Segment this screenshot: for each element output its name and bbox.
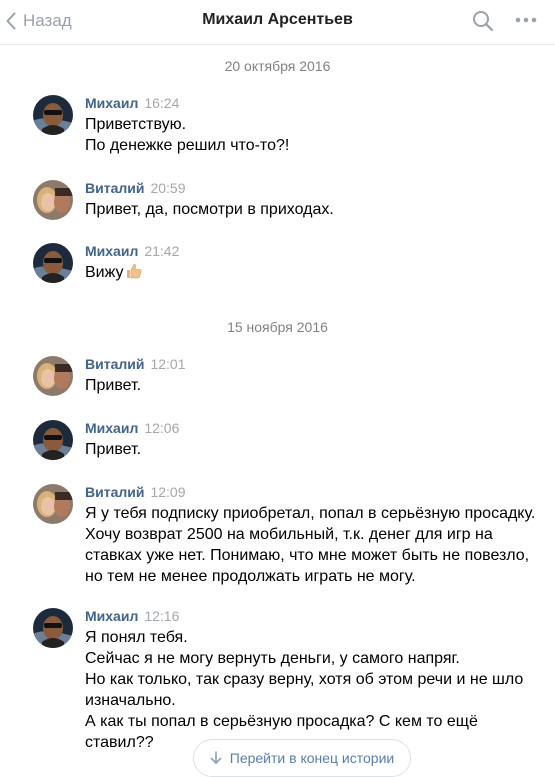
message-line: Хочу возврат 2500 на мобильный, т.к. ден… [85, 526, 493, 543]
jump-to-end-button[interactable]: Перейти в конец истории [193, 739, 411, 777]
author-name[interactable]: Михаил [85, 95, 138, 111]
message-meta: Михаил 21:42 [85, 243, 179, 259]
message-text: Привет. [85, 375, 525, 396]
more-icon[interactable] [515, 17, 537, 23]
message-line: Привет, да, посмотри в приходах. [85, 201, 334, 218]
avatar-mikhail-image [33, 95, 73, 135]
message-line: Я у тебя подписку приобретал, попал в се… [85, 505, 536, 522]
avatar-mikhail[interactable] [33, 608, 73, 648]
message-meta: Михаил 16:24 [85, 95, 179, 111]
avatar-mikhail[interactable] [33, 243, 73, 283]
message-text: Я понял тебя. Сейчас я не могу вернуть д… [85, 627, 525, 753]
avatar-mikhail-image [33, 243, 73, 283]
arrow-down-icon [210, 751, 222, 764]
message-meta: Виталий 20:59 [85, 180, 186, 196]
chat-header: Назад Михаил Арсентьев [0, 0, 555, 45]
message-text: Привет. [85, 439, 525, 460]
message-line: Сейчас я не могу вернуть деньги, у самог… [85, 650, 460, 667]
author-name[interactable]: Виталий [85, 180, 144, 196]
message-text: Вижу [85, 262, 525, 283]
avatar-vitaliy[interactable] [33, 180, 73, 220]
thumbs-up-icon [126, 264, 141, 279]
date-separator: 15 ноября 2016 [227, 319, 328, 335]
message-time: 21:42 [144, 243, 180, 259]
message-line: но тем не менее продолжать играть не мог… [85, 568, 416, 585]
jump-to-end-label: Перейти в конец истории [229, 750, 395, 766]
message-time: 12:01 [150, 356, 186, 372]
author-name[interactable]: Виталий [85, 356, 144, 372]
message-line: А как ты попал в серьёзную просадка? С к… [85, 713, 478, 730]
message-text: Привет, да, посмотри в приходах. [85, 199, 525, 220]
avatar-mikhail-image [33, 608, 73, 648]
avatar-vitaliy[interactable] [33, 484, 73, 524]
message-line: Я понял тебя. [85, 629, 188, 646]
avatar-mikhail-image [33, 420, 73, 460]
date-separator: 20 октября 2016 [224, 58, 331, 74]
avatar-vitaliy-image [33, 180, 73, 220]
message-meta: Михаил 12:16 [85, 608, 179, 624]
message-time: 16:24 [144, 95, 180, 111]
author-name[interactable]: Михаил [85, 608, 138, 624]
message-time: 20:59 [150, 180, 186, 196]
message-line: Привет. [85, 441, 142, 458]
message-text: Я у тебя подписку приобретал, попал в се… [85, 503, 536, 587]
message-line: Вижу [85, 262, 525, 283]
message-time: 12:09 [150, 484, 186, 500]
search-icon[interactable] [472, 10, 494, 32]
avatar-vitaliy-image [33, 484, 73, 524]
message-line: ставках уже нет. Понимаю, что мне может … [85, 547, 530, 564]
message-line: Приветствую. [85, 116, 187, 133]
avatar-vitaliy[interactable] [33, 356, 73, 396]
message-time: 12:06 [144, 420, 180, 436]
message-line: Но как только, так сразу верну, хотя об … [85, 671, 524, 688]
message-line-text: Вижу [85, 264, 124, 281]
message-line: Привет. [85, 377, 142, 394]
message-meta: Виталий 12:09 [85, 484, 186, 500]
message-line: По денежке решил что-то?! [85, 137, 290, 154]
avatar-mikhail[interactable] [33, 95, 73, 135]
author-name[interactable]: Михаил [85, 420, 138, 436]
author-name[interactable]: Виталий [85, 484, 144, 500]
message-text: Приветствую. По денежке решил что-то?! [85, 114, 525, 156]
author-name[interactable]: Михаил [85, 243, 138, 259]
message-meta: Виталий 12:01 [85, 356, 186, 372]
avatar-mikhail[interactable] [33, 420, 73, 460]
avatar-vitaliy-image [33, 356, 73, 396]
message-line: изначально. [85, 692, 176, 709]
message-time: 12:16 [144, 608, 180, 624]
message-meta: Михаил 12:06 [85, 420, 179, 436]
